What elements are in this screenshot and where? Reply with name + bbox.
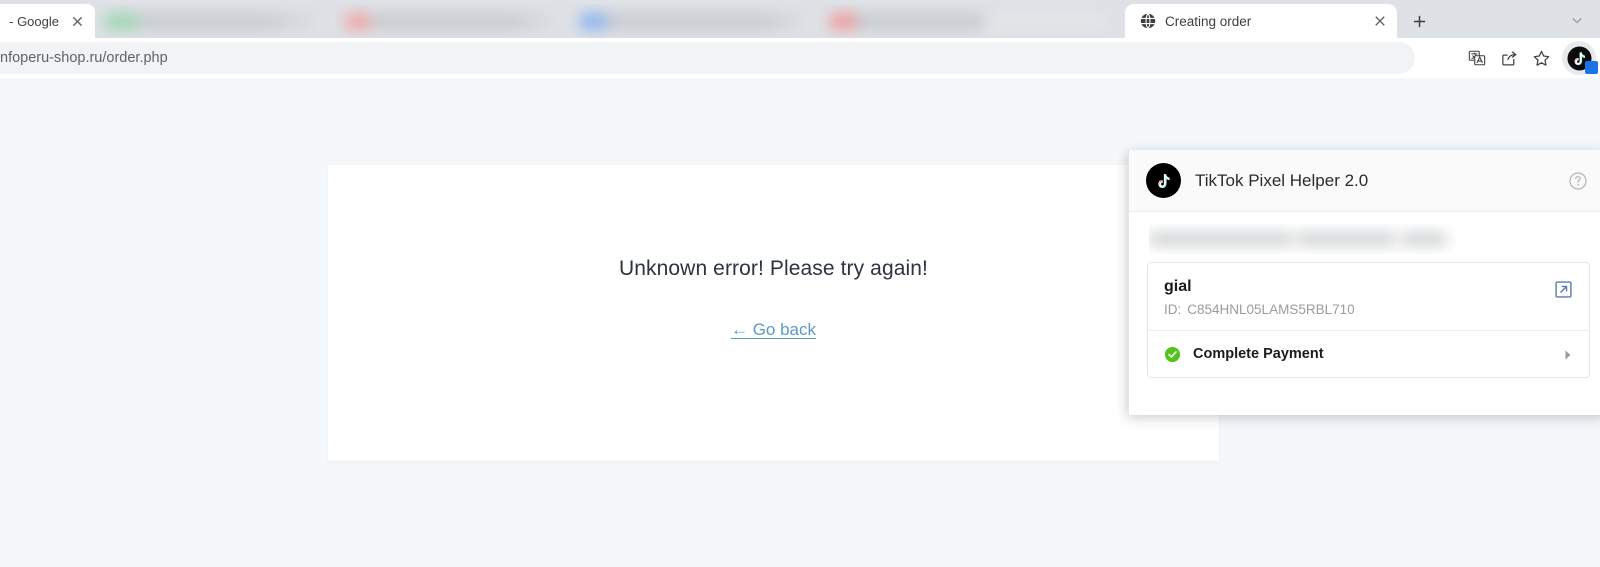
tab-creating-order[interactable]: Creating order: [1125, 4, 1397, 38]
url-text: nfoperu-shop.ru/order.php: [0, 50, 168, 66]
tiktok-extension-icon[interactable]: [1562, 41, 1598, 75]
page-viewport: Unknown error! Please try again! ← Go ba…: [0, 78, 1600, 567]
tab-redacted-label: [830, 12, 1105, 30]
tab-search-button[interactable]: [1564, 7, 1590, 33]
pixel-name: gial: [1164, 278, 1192, 295]
error-card: Unknown error! Please try again! ← Go ba…: [328, 165, 1219, 461]
tab-redacted-3[interactable]: [570, 4, 820, 38]
tab-close-icon[interactable]: [1372, 13, 1388, 29]
check-circle-icon: [1164, 346, 1181, 363]
pixel-id-row: ID: C854HNL05LAMS5RBL710: [1164, 302, 1554, 317]
pixel-card: gial ID: C854HNL05LAMS5RBL710 Complete P…: [1147, 262, 1590, 378]
chevron-right-icon[interactable]: [1563, 348, 1573, 360]
popup-redacted-text: [1149, 232, 1518, 246]
event-row-complete-payment[interactable]: Complete Payment: [1148, 330, 1589, 377]
tab-redacted-1[interactable]: [95, 4, 335, 38]
tab-title: Creating order: [1165, 13, 1252, 29]
go-back-link[interactable]: ← Go back: [731, 320, 816, 340]
translate-icon[interactable]: [1462, 43, 1492, 73]
toolbar-icon-group: [1462, 38, 1598, 78]
popup-header: TikTok Pixel Helper 2.0: [1129, 150, 1600, 212]
browser-toolbar: nfoperu-shop.ru/order.php: [0, 38, 1600, 78]
external-link-icon[interactable]: [1554, 280, 1573, 299]
tab-google-partial[interactable]: - Google: [0, 4, 95, 38]
share-icon[interactable]: [1494, 43, 1524, 73]
tab-close-icon[interactable]: [69, 13, 85, 29]
tab-redacted-label: [345, 12, 560, 30]
tab-redacted-label: [105, 12, 325, 30]
pixel-card-header: gial ID: C854HNL05LAMS5RBL710: [1148, 263, 1589, 330]
popup-redacted-row: [1149, 224, 1588, 254]
address-bar[interactable]: nfoperu-shop.ru/order.php: [0, 42, 1415, 74]
browser-window: - Google Creating order nfoperu-shop.ru/…: [0, 0, 1600, 567]
globe-icon: [1139, 13, 1156, 30]
tab-redacted-4[interactable]: [820, 4, 1115, 38]
help-circle-icon[interactable]: [1568, 171, 1588, 191]
new-tab-button[interactable]: [1405, 7, 1433, 35]
popup-title: TikTok Pixel Helper 2.0: [1195, 170, 1369, 190]
pixel-id-label: ID:: [1164, 302, 1182, 317]
pixel-id-value: C854HNL05LAMS5RBL710: [1187, 302, 1355, 317]
bookmark-star-icon[interactable]: [1526, 43, 1556, 73]
page-title: Unknown error! Please try again!: [618, 257, 928, 280]
pixel-info: gial ID: C854HNL05LAMS5RBL710: [1164, 277, 1554, 317]
tiktok-logo-icon: [1146, 163, 1181, 198]
tab-redacted-label: [580, 12, 810, 30]
event-label: Complete Payment: [1193, 346, 1324, 362]
tab-redacted-2[interactable]: [335, 4, 570, 38]
tiktok-pixel-helper-popup: TikTok Pixel Helper 2.0 gial ID: C854HNL…: [1128, 150, 1600, 415]
extension-active-badge: [1585, 61, 1598, 74]
tab-strip: - Google Creating order: [0, 0, 1600, 38]
tab-google-label: - Google: [9, 13, 59, 29]
